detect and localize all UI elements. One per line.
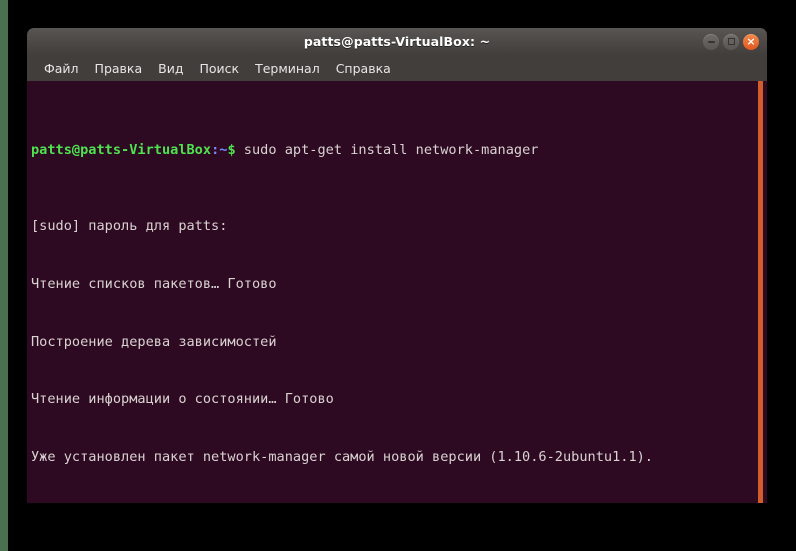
minimize-icon bbox=[707, 40, 715, 43]
prompt-user-host: patts@patts-VirtualBox bbox=[31, 141, 212, 158]
minimize-button[interactable] bbox=[703, 33, 719, 50]
menu-item-edit[interactable]: Правка bbox=[87, 58, 151, 79]
terminal-body[interactable]: patts@patts-VirtualBox:~$ sudo apt-get i… bbox=[27, 81, 767, 503]
terminal-line: patts@patts-VirtualBox:~$ sudo apt-get i… bbox=[31, 141, 753, 160]
terminal-line: Построение дерева зависимостей bbox=[31, 333, 277, 350]
menu-item-help[interactable]: Справка bbox=[328, 58, 399, 79]
window-title: patts@patts-VirtualBox: ~ bbox=[303, 34, 491, 49]
terminal-line: Чтение списков пакетов… Готово bbox=[31, 276, 277, 292]
scrollbar-thumb[interactable] bbox=[758, 81, 763, 503]
window-titlebar[interactable]: patts@patts-VirtualBox: ~ × bbox=[27, 28, 767, 55]
menu-item-search[interactable]: Поиск bbox=[191, 58, 247, 79]
close-icon: × bbox=[746, 34, 756, 48]
prompt-symbol: $ bbox=[227, 141, 236, 158]
menu-item-file[interactable]: Файл bbox=[36, 58, 87, 79]
maximize-icon bbox=[727, 38, 735, 45]
menu-item-terminal[interactable]: Терминал bbox=[247, 58, 328, 79]
screen: patts@patts-VirtualBox: ~ × Файл Правка … bbox=[0, 0, 796, 551]
terminal-output: patts@patts-VirtualBox:~$ sudo apt-get i… bbox=[31, 83, 753, 503]
close-button[interactable]: × bbox=[743, 33, 759, 50]
prompt-path: :~ bbox=[211, 141, 228, 158]
desktop-background-strip bbox=[0, 0, 8, 551]
terminal-line: Уже установлен пакет network-manager сам… bbox=[31, 448, 653, 465]
terminal-line: Чтение информации о состоянии… Готово bbox=[31, 391, 334, 408]
command-apt-get-install: sudo apt-get install network-manager bbox=[235, 141, 539, 158]
terminal-scrollbar[interactable] bbox=[754, 81, 767, 503]
terminal-window: patts@patts-VirtualBox: ~ × Файл Правка … bbox=[27, 28, 767, 503]
menubar: Файл Правка Вид Поиск Терминал Справка bbox=[27, 55, 767, 81]
window-controls: × bbox=[703, 28, 759, 55]
menu-item-view[interactable]: Вид bbox=[150, 58, 191, 79]
maximize-button[interactable] bbox=[723, 33, 739, 50]
terminal-line: [sudo] пароль для patts: bbox=[31, 218, 228, 235]
